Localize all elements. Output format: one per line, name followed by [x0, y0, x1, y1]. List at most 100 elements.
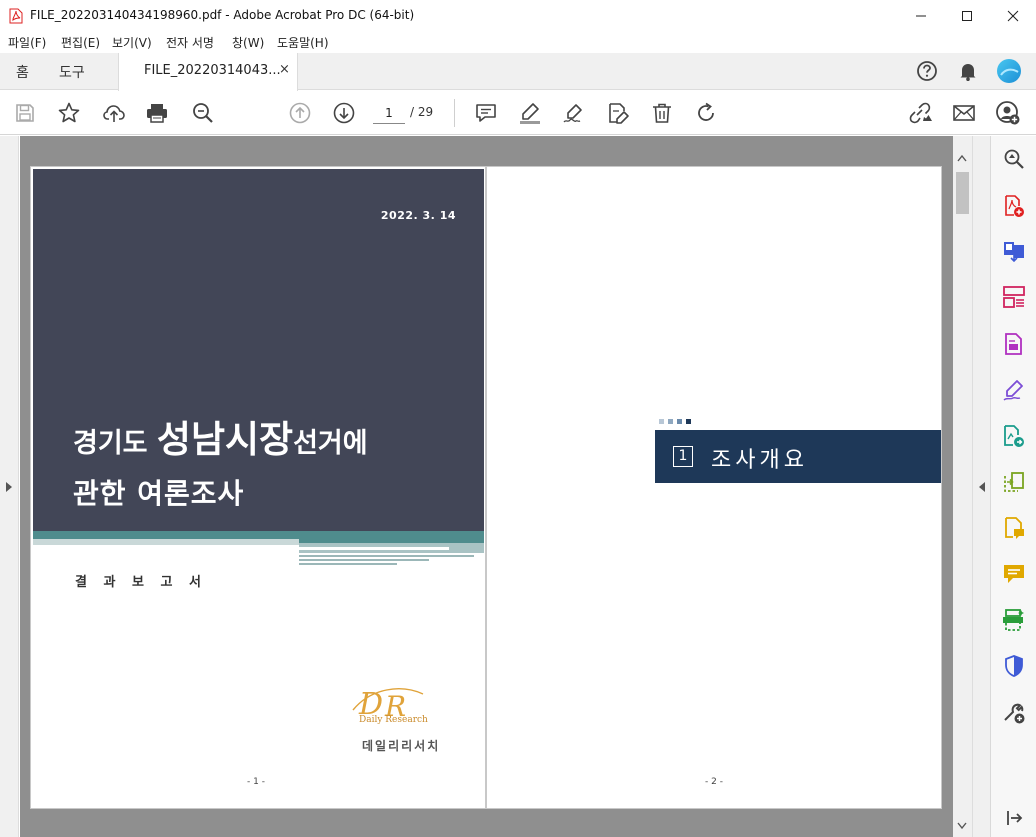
tool-organize-pages[interactable]: [1001, 284, 1027, 310]
share-link-icon: [909, 102, 932, 124]
page-number-input[interactable]: 1: [373, 102, 405, 124]
pdf-page-1: 2022. 3. 14 경기도 성남시장선거에 관한 여론조사 결 과 보 고 …: [30, 166, 486, 809]
cloud-upload-icon: [103, 105, 125, 122]
report-date: 2022. 3. 14: [380, 209, 456, 222]
title-bar: FILE_202203140434198960.pdf - Adobe Acro…: [0, 0, 1036, 32]
cover-stripe-light: [33, 539, 299, 545]
report-label: 결 과 보 고 서: [75, 575, 207, 590]
scrollbar-thumb[interactable]: [956, 172, 969, 214]
tool-protect[interactable]: [1001, 653, 1027, 679]
account-avatar-icon[interactable]: [996, 58, 1022, 84]
edit-pdf-icon: [1003, 380, 1023, 401]
cover-stripe-line2: [299, 559, 429, 561]
tab-tools[interactable]: 도구: [59, 53, 85, 90]
document-tab-label: FILE_20220314043...: [144, 63, 281, 78]
tool-more-tools[interactable]: [1001, 700, 1027, 726]
star-icon: [58, 102, 80, 123]
tab-bar: 홈 도구 FILE_20220314043... ×: [0, 53, 1036, 91]
print-button[interactable]: [144, 100, 170, 126]
create-pdf-icon: [1005, 195, 1024, 217]
sign-icon: [563, 104, 582, 123]
add-user-button[interactable]: [995, 100, 1021, 126]
notification-bell-icon[interactable]: [957, 60, 979, 82]
search-zoom-icon: [1004, 149, 1024, 169]
email-icon: [953, 105, 975, 121]
vertical-scrollbar[interactable]: [953, 136, 972, 837]
share-link-button[interactable]: [907, 100, 933, 126]
minimize-icon: [916, 15, 926, 17]
document-viewport[interactable]: 2022. 3. 14 경기도 성남시장선거에 관한 여론조사 결 과 보 고 …: [20, 136, 953, 837]
company-name: 데일리리서치: [362, 739, 441, 753]
protect-icon: [1005, 655, 1023, 677]
cover-title-prefix: 경기도: [73, 428, 157, 459]
menu-file[interactable]: 파일(F): [8, 34, 46, 51]
menu-e-sign[interactable]: 전자 서명: [166, 34, 214, 51]
section-banner: 1 조사개요: [655, 430, 941, 483]
next-page-button[interactable]: [331, 100, 357, 126]
collapse-right-panel-arrow-icon[interactable]: [978, 482, 986, 492]
acrobat-window: FILE_202203140434198960.pdf - Adobe Acro…: [0, 0, 1036, 837]
tool-fill-sign[interactable]: [1001, 423, 1027, 449]
logo-caption: Daily Research: [359, 715, 428, 725]
cover-title-suffix: 선거에: [293, 428, 368, 459]
comment-button[interactable]: [473, 100, 499, 126]
tool-search-zoom[interactable]: [1001, 146, 1027, 172]
maximize-button[interactable]: [944, 0, 990, 32]
upload-cloud-button[interactable]: [101, 100, 127, 126]
tool-export-pdf[interactable]: [1001, 331, 1027, 357]
expand-left-panel-icon[interactable]: [5, 482, 13, 492]
tool-edit-pdf[interactable]: [1001, 377, 1027, 403]
tool-stamp[interactable]: [1001, 515, 1027, 541]
minimize-button[interactable]: [898, 0, 944, 32]
scroll-down-icon[interactable]: [957, 822, 967, 830]
tools-pane: [990, 136, 1036, 837]
previous-page-button[interactable]: [287, 100, 313, 126]
tool-combine-files[interactable]: [1001, 238, 1027, 264]
rotate-button[interactable]: [693, 100, 719, 126]
tool-create-pdf[interactable]: [1001, 193, 1027, 219]
close-window-button[interactable]: [990, 0, 1036, 32]
tab-home[interactable]: 홈: [16, 53, 29, 90]
menu-view[interactable]: 보기(V): [112, 34, 152, 51]
bookmark-star-button[interactable]: [56, 100, 82, 126]
draw-signature-button[interactable]: [561, 100, 587, 126]
menu-help[interactable]: 도움말(H): [277, 34, 329, 51]
organize-pages-icon: [1003, 286, 1025, 308]
comment-icon: [1004, 565, 1024, 583]
save-icon: [16, 104, 34, 122]
section-dots-decoration: [659, 419, 691, 424]
toolbar-divider: [454, 99, 455, 127]
close-icon: [1007, 10, 1019, 22]
tool-scan-ocr[interactable]: [1001, 607, 1027, 633]
pdf-file-icon: [9, 8, 23, 24]
page-up-icon: [289, 102, 311, 124]
rotate-icon: [698, 102, 714, 121]
help-icon[interactable]: [916, 60, 938, 82]
cover-stripe-line1: [299, 555, 474, 557]
zoom-button[interactable]: [190, 100, 216, 126]
menu-edit[interactable]: 편집(E): [61, 34, 100, 51]
delete-button[interactable]: [649, 100, 675, 126]
page-total-label: / 29: [410, 105, 434, 119]
more-tools-icon: [1004, 703, 1025, 724]
window-title: FILE_202203140434198960.pdf - Adobe Acro…: [30, 8, 415, 22]
page-down-icon: [333, 102, 355, 124]
collapse-tools-pane-button[interactable]: [1001, 805, 1027, 831]
email-button[interactable]: [951, 100, 977, 126]
scroll-up-icon[interactable]: [957, 154, 967, 162]
add-user-icon: [996, 101, 1020, 125]
cover-stripe-line3: [299, 563, 397, 565]
send-for-review-icon: [1004, 472, 1024, 492]
fill-and-sign-button[interactable]: [605, 100, 631, 126]
highlight-button[interactable]: [517, 100, 543, 126]
cover-title-highlight: 성남시장: [156, 418, 294, 461]
pdf-page-2: 1 조사개요 - 2 -: [486, 166, 942, 809]
tool-comment[interactable]: [1001, 561, 1027, 587]
save-button[interactable]: [12, 100, 38, 126]
close-tab-button[interactable]: ×: [279, 62, 290, 77]
combine-files-icon: [1004, 242, 1024, 263]
menu-window[interactable]: 창(W): [232, 34, 264, 51]
tool-send-for-review[interactable]: [1001, 469, 1027, 495]
scan-icon: [1003, 609, 1024, 631]
tab-document[interactable]: FILE_20220314043... ×: [118, 53, 298, 91]
